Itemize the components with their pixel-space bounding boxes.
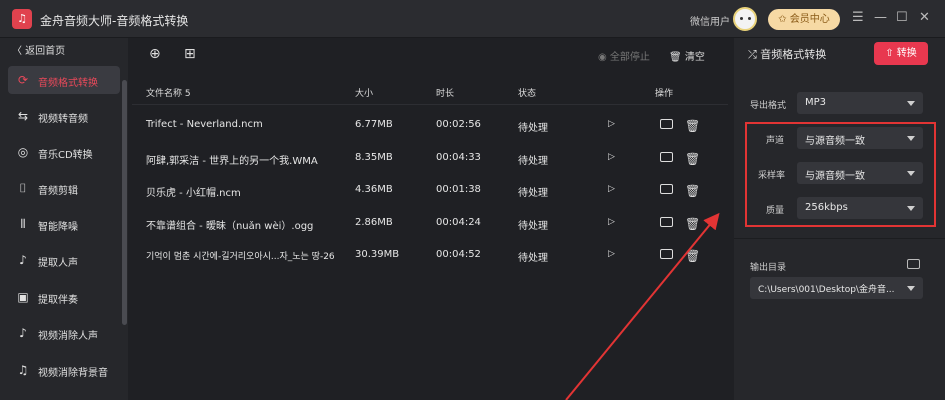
annotation-arrow: [565, 212, 720, 400]
